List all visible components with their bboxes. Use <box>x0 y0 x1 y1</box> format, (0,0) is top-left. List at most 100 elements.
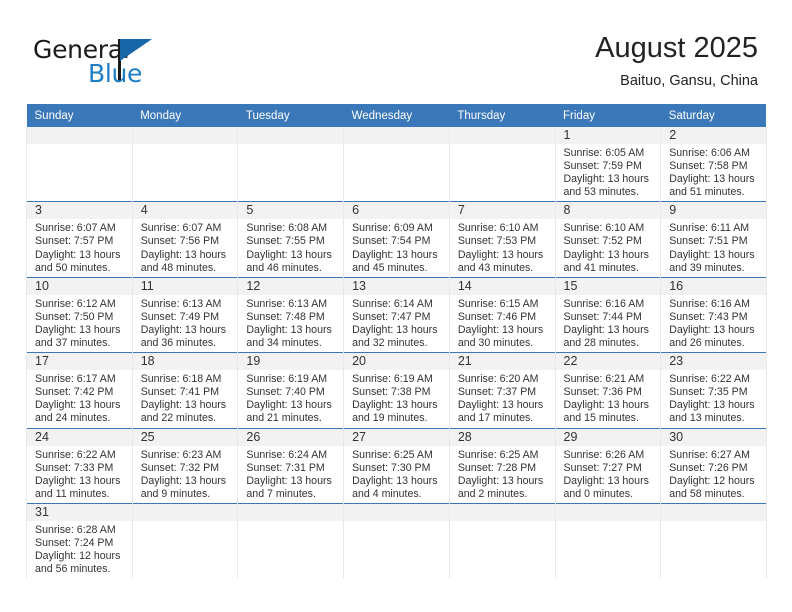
calendar-day-cell[interactable]: 9 Sunrise: 6:11 AM Sunset: 7:51 PM Daylight… <box>660 201 767 278</box>
day-details: Sunrise: 6:15 AM Sunset: 7:46 PM Daylight:… <box>450 295 555 352</box>
calendar-day-cell[interactable]: 8 Sunrise: 6:10 AM Sunset: 7:52 PM Daylight… <box>554 201 662 278</box>
daylight-duration: and 9 minutes. <box>140 487 211 500</box>
day-number: 31 <box>27 503 132 521</box>
calendar-day-cell[interactable]: 5 Sunrise: 6:08 AM Sunset: 7:55 PM Daylight… <box>237 201 345 278</box>
day-number: 7 <box>449 202 555 220</box>
daylight-duration: Daylight: 13 hours <box>457 474 544 487</box>
daylight-duration: Daylight: 12 hours <box>35 550 121 563</box>
calendar-day-cell-empty <box>131 127 239 202</box>
calendar-day-cell[interactable]: 30 Sunrise: 6:27 AM Sunset: 7:26 PM Dayligh… <box>660 427 767 504</box>
calendar-day-cell[interactable]: 31 Sunrise: 6:28 AM Sunset: 7:24 PM Dayligh… <box>26 502 133 579</box>
day-details: Sunrise: 6:27 AM Sunset: 7:26 PM Daylight:… <box>661 446 766 503</box>
location-subtitle: Baituo, Gansu, China <box>620 73 758 89</box>
sunrise-time: Sunrise: 6:24 AM <box>246 448 328 461</box>
general-blue-logo[interactable]: General Blue <box>33 35 213 88</box>
sunrise-time: Sunrise: 6:22 AM <box>669 373 750 386</box>
day-number <box>132 127 238 144</box>
sunset-time: Sunset: 7:53 PM <box>457 235 537 248</box>
calendar-day-cell[interactable]: 22 Sunrise: 6:21 AM Sunset: 7:36 PM Dayligh… <box>554 352 662 428</box>
sunset-time: Sunset: 7:42 PM <box>35 386 114 399</box>
daylight-duration: Daylight: 13 hours <box>352 474 438 487</box>
daylight-duration: and 22 minutes. <box>140 412 217 425</box>
sunrise-time: Sunrise: 6:10 AM <box>563 222 645 235</box>
sunset-time: Sunset: 7:26 PM <box>669 461 748 474</box>
day-number: 8 <box>555 202 661 220</box>
calendar-day-cell[interactable]: 25 Sunrise: 6:23 AM Sunset: 7:32 PM Dayligh… <box>131 427 239 504</box>
sunset-time: Sunset: 7:33 PM <box>35 461 114 474</box>
calendar-day-cell[interactable]: 27 Sunrise: 6:25 AM Sunset: 7:30 PM Dayligh… <box>343 427 450 504</box>
calendar-day-cell[interactable]: 4 Sunrise: 6:07 AM Sunset: 7:56 PM Daylight… <box>131 201 239 278</box>
calendar-day-cell[interactable]: 6 Sunrise: 6:09 AM Sunset: 7:54 PM Daylight… <box>343 201 450 278</box>
daylight-duration: and 56 minutes. <box>35 563 111 576</box>
calendar-day-cell[interactable]: 3 Sunrise: 6:07 AM Sunset: 7:57 PM Daylight… <box>26 201 133 278</box>
calendar-day-cell[interactable]: 28 Sunrise: 6:25 AM Sunset: 7:28 PM Dayligh… <box>448 427 556 504</box>
calendar-day-cell[interactable]: 12 Sunrise: 6:13 AM Sunset: 7:48 PM Dayligh… <box>237 276 345 353</box>
daylight-duration: and 19 minutes. <box>352 412 428 425</box>
calendar-day-cell-empty <box>237 127 345 202</box>
sunset-time: Sunset: 7:56 PM <box>140 235 220 248</box>
calendar-day-cell[interactable]: 20 Sunrise: 6:19 AM Sunset: 7:38 PM Dayligh… <box>343 352 450 428</box>
calendar-week-row: 1 Sunrise: 6:05 AM Sunset: 7:59 PM Daylight… <box>26 127 767 202</box>
day-number: 30 <box>661 428 766 446</box>
calendar-day-cell[interactable]: 1 Sunrise: 6:05 AM Sunset: 7:59 PM Daylight… <box>554 127 662 202</box>
day-details: Sunrise: 6:05 AM Sunset: 7:59 PM Daylight:… <box>556 144 661 201</box>
daylight-duration: Daylight: 13 hours <box>140 248 227 261</box>
sunset-time: Sunset: 7:44 PM <box>563 310 642 323</box>
sunset-time: Sunset: 7:48 PM <box>246 310 325 323</box>
calendar-day-cell[interactable]: 19 Sunrise: 6:19 AM Sunset: 7:40 PM Dayligh… <box>237 352 345 428</box>
calendar-day-cell[interactable]: 13 Sunrise: 6:14 AM Sunset: 7:47 PM Dayligh… <box>343 276 450 353</box>
calendar-day-cell[interactable]: 15 Sunrise: 6:16 AM Sunset: 7:44 PM Dayligh… <box>554 276 662 353</box>
day-number: 2 <box>661 127 766 144</box>
calendar-day-cell[interactable]: 29 Sunrise: 6:26 AM Sunset: 7:27 PM Dayligh… <box>554 427 662 504</box>
daylight-duration: and 21 minutes. <box>246 412 322 425</box>
calendar-day-cell[interactable]: 21 Sunrise: 6:20 AM Sunset: 7:37 PM Dayligh… <box>448 352 556 428</box>
calendar-day-cell[interactable]: 18 Sunrise: 6:18 AM Sunset: 7:41 PM Dayligh… <box>131 352 239 428</box>
daylight-duration: and 32 minutes. <box>352 337 428 350</box>
day-details: Sunrise: 6:22 AM Sunset: 7:33 PM Daylight:… <box>27 446 132 503</box>
day-number: 21 <box>449 353 555 371</box>
daylight-duration: and 7 minutes. <box>246 487 316 500</box>
sunrise-time: Sunrise: 6:10 AM <box>457 222 539 235</box>
day-details: Sunrise: 6:28 AM Sunset: 7:24 PM Daylight:… <box>27 521 132 578</box>
day-number: 27 <box>344 428 449 446</box>
sunrise-time: Sunrise: 6:27 AM <box>669 448 750 461</box>
weekday-header-monday: Monday <box>132 104 238 127</box>
daylight-duration: Daylight: 13 hours <box>457 323 544 336</box>
calendar-day-cell[interactable]: 24 Sunrise: 6:22 AM Sunset: 7:33 PM Dayligh… <box>26 427 133 504</box>
calendar-day-cell[interactable]: 2 Sunrise: 6:06 AM Sunset: 7:58 PM Daylight… <box>660 127 767 202</box>
calendar-day-cell[interactable]: 17 Sunrise: 6:17 AM Sunset: 7:42 PM Dayligh… <box>26 352 133 428</box>
daylight-duration: and 43 minutes. <box>457 261 534 274</box>
daylight-duration: Daylight: 13 hours <box>352 323 438 336</box>
daylight-duration: Daylight: 13 hours <box>563 474 649 487</box>
sunset-time: Sunset: 7:37 PM <box>457 386 537 399</box>
sunset-time: Sunset: 7:49 PM <box>140 310 220 323</box>
calendar-day-cell[interactable]: 16 Sunrise: 6:16 AM Sunset: 7:43 PM Dayligh… <box>660 276 767 353</box>
day-details: Sunrise: 6:18 AM Sunset: 7:41 PM Daylight:… <box>133 370 238 427</box>
calendar-day-cell-empty <box>26 127 133 202</box>
day-number: 11 <box>132 277 238 295</box>
sunrise-sunset-calendar-table: Sunday Monday Tuesday Wednesday Thursday… <box>26 104 767 579</box>
daylight-duration: Daylight: 13 hours <box>35 248 121 261</box>
daylight-duration: and 28 minutes. <box>563 337 639 350</box>
day-details: Sunrise: 6:12 AM Sunset: 7:50 PM Daylight:… <box>27 295 132 352</box>
calendar-day-cell[interactable]: 26 Sunrise: 6:24 AM Sunset: 7:31 PM Dayligh… <box>237 427 345 504</box>
calendar-day-cell[interactable]: 14 Sunrise: 6:15 AM Sunset: 7:46 PM Dayligh… <box>448 276 556 353</box>
weekday-header-sunday: Sunday <box>26 104 133 127</box>
day-number <box>344 127 449 144</box>
day-details: Sunrise: 6:19 AM Sunset: 7:38 PM Daylight:… <box>344 370 449 427</box>
calendar-day-cell[interactable]: 7 Sunrise: 6:10 AM Sunset: 7:53 PM Daylight… <box>448 201 556 278</box>
calendar-day-cell[interactable]: 23 Sunrise: 6:22 AM Sunset: 7:35 PM Dayligh… <box>660 352 767 428</box>
daylight-duration: and 2 minutes. <box>457 487 528 500</box>
sunset-time: Sunset: 7:50 PM <box>35 310 114 323</box>
day-number: 9 <box>661 202 766 220</box>
calendar-day-cell-empty <box>448 502 556 579</box>
sunset-time: Sunset: 7:47 PM <box>352 310 431 323</box>
calendar-day-cell[interactable]: 11 Sunrise: 6:13 AM Sunset: 7:49 PM Dayligh… <box>131 276 239 353</box>
calendar-day-cell[interactable]: 10 Sunrise: 6:12 AM Sunset: 7:50 PM Dayligh… <box>26 276 133 353</box>
sunset-time: Sunset: 7:58 PM <box>669 160 748 173</box>
day-number: 5 <box>238 202 344 220</box>
day-number: 12 <box>238 277 344 295</box>
day-details: Sunrise: 6:26 AM Sunset: 7:27 PM Daylight:… <box>556 446 661 503</box>
page-header: General Blue August 2025 Baituo, Gansu, … <box>0 0 792 100</box>
sunrise-time: Sunrise: 6:16 AM <box>563 297 645 310</box>
